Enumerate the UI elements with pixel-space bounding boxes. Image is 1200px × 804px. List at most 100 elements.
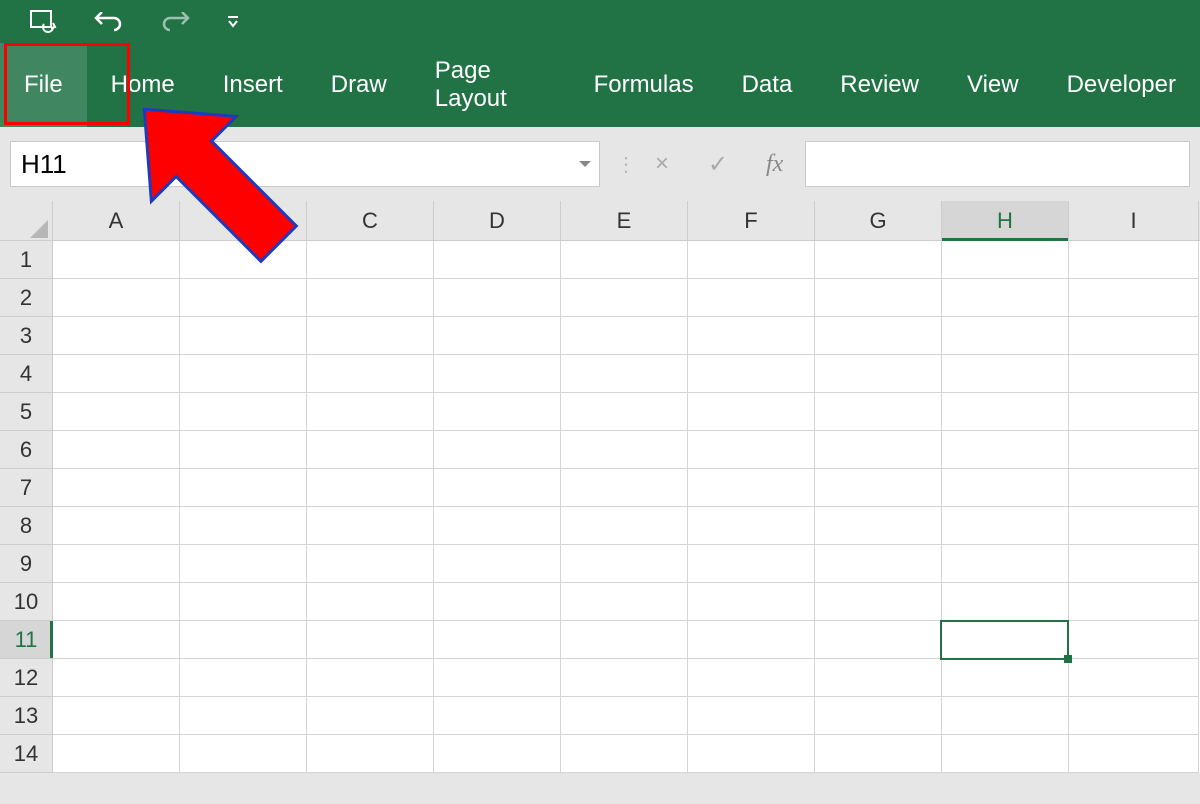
undo-icon[interactable] — [94, 12, 124, 32]
tab-formulas[interactable]: Formulas — [570, 43, 718, 127]
cell[interactable] — [688, 431, 815, 469]
cell[interactable] — [815, 659, 942, 697]
name-box[interactable] — [10, 141, 600, 187]
cell[interactable] — [307, 393, 434, 431]
select-all-triangle[interactable] — [0, 201, 53, 240]
cell[interactable] — [180, 317, 307, 355]
cell[interactable] — [942, 431, 1069, 469]
cell[interactable] — [815, 279, 942, 317]
row-header[interactable]: 8 — [0, 507, 53, 545]
row-header[interactable]: 6 — [0, 431, 53, 469]
cell[interactable] — [307, 279, 434, 317]
cell[interactable] — [561, 355, 688, 393]
cell[interactable] — [53, 583, 180, 621]
cell[interactable] — [942, 279, 1069, 317]
cell[interactable] — [561, 583, 688, 621]
cell[interactable] — [815, 431, 942, 469]
cell[interactable] — [307, 469, 434, 507]
cell[interactable] — [180, 355, 307, 393]
cell[interactable] — [53, 355, 180, 393]
cell[interactable] — [815, 697, 942, 735]
cell[interactable] — [1069, 697, 1199, 735]
col-header-i[interactable]: I — [1069, 201, 1199, 240]
cell[interactable] — [307, 431, 434, 469]
row-header[interactable]: 7 — [0, 469, 53, 507]
cell[interactable] — [434, 507, 561, 545]
cell[interactable] — [942, 355, 1069, 393]
cell[interactable] — [434, 317, 561, 355]
row-header[interactable]: 12 — [0, 659, 53, 697]
cell[interactable] — [307, 697, 434, 735]
cell[interactable] — [53, 241, 180, 279]
tab-review[interactable]: Review — [816, 43, 943, 127]
cell[interactable] — [688, 545, 815, 583]
cell[interactable] — [180, 469, 307, 507]
cell[interactable] — [180, 583, 307, 621]
cell[interactable] — [942, 697, 1069, 735]
cell[interactable] — [1069, 583, 1199, 621]
col-header-b[interactable]: B — [180, 201, 307, 240]
cell[interactable] — [53, 545, 180, 583]
cell[interactable] — [53, 317, 180, 355]
cell[interactable] — [561, 469, 688, 507]
cell[interactable] — [1069, 735, 1199, 773]
cell[interactable] — [815, 241, 942, 279]
cell[interactable] — [53, 507, 180, 545]
cell[interactable] — [688, 735, 815, 773]
save-sync-icon[interactable] — [30, 10, 58, 34]
cell[interactable] — [434, 621, 561, 659]
col-header-f[interactable]: F — [688, 201, 815, 240]
name-box-input[interactable] — [11, 142, 599, 186]
cell[interactable] — [307, 583, 434, 621]
cell[interactable] — [434, 735, 561, 773]
cell[interactable] — [561, 241, 688, 279]
cell[interactable] — [307, 735, 434, 773]
cell[interactable] — [942, 545, 1069, 583]
tab-developer[interactable]: Developer — [1043, 43, 1200, 127]
cell[interactable] — [1069, 279, 1199, 317]
cell[interactable] — [561, 659, 688, 697]
cell[interactable] — [942, 621, 1069, 659]
cell[interactable] — [815, 621, 942, 659]
cell[interactable] — [180, 545, 307, 583]
col-header-a[interactable]: A — [53, 201, 180, 240]
cell[interactable] — [307, 545, 434, 583]
col-header-c[interactable]: C — [307, 201, 434, 240]
cell[interactable] — [307, 241, 434, 279]
cell[interactable] — [434, 545, 561, 583]
tab-page-layout[interactable]: Page Layout — [411, 43, 570, 127]
row-header[interactable]: 5 — [0, 393, 53, 431]
cell[interactable] — [942, 469, 1069, 507]
cell[interactable] — [180, 659, 307, 697]
cell[interactable] — [1069, 469, 1199, 507]
tab-file[interactable]: File — [0, 43, 87, 127]
cell[interactable] — [688, 469, 815, 507]
cell[interactable] — [180, 507, 307, 545]
cell[interactable] — [561, 279, 688, 317]
row-header[interactable]: 3 — [0, 317, 53, 355]
cell[interactable] — [688, 697, 815, 735]
cell[interactable] — [561, 735, 688, 773]
cell[interactable] — [307, 317, 434, 355]
cell[interactable] — [434, 355, 561, 393]
col-header-d[interactable]: D — [434, 201, 561, 240]
cell[interactable] — [561, 507, 688, 545]
cell[interactable] — [1069, 621, 1199, 659]
name-box-dropdown-icon[interactable] — [577, 142, 593, 186]
cell[interactable] — [307, 621, 434, 659]
cell[interactable] — [688, 317, 815, 355]
cell[interactable] — [561, 431, 688, 469]
cell[interactable] — [1069, 393, 1199, 431]
cell[interactable] — [815, 545, 942, 583]
customize-qat-icon[interactable] — [226, 15, 240, 29]
cell[interactable] — [307, 507, 434, 545]
cell[interactable] — [561, 621, 688, 659]
cell[interactable] — [942, 659, 1069, 697]
cell[interactable] — [307, 659, 434, 697]
cell[interactable] — [434, 431, 561, 469]
cell[interactable] — [1069, 317, 1199, 355]
cell[interactable] — [561, 317, 688, 355]
cell[interactable] — [815, 393, 942, 431]
tab-draw[interactable]: Draw — [307, 43, 411, 127]
cell[interactable] — [180, 621, 307, 659]
